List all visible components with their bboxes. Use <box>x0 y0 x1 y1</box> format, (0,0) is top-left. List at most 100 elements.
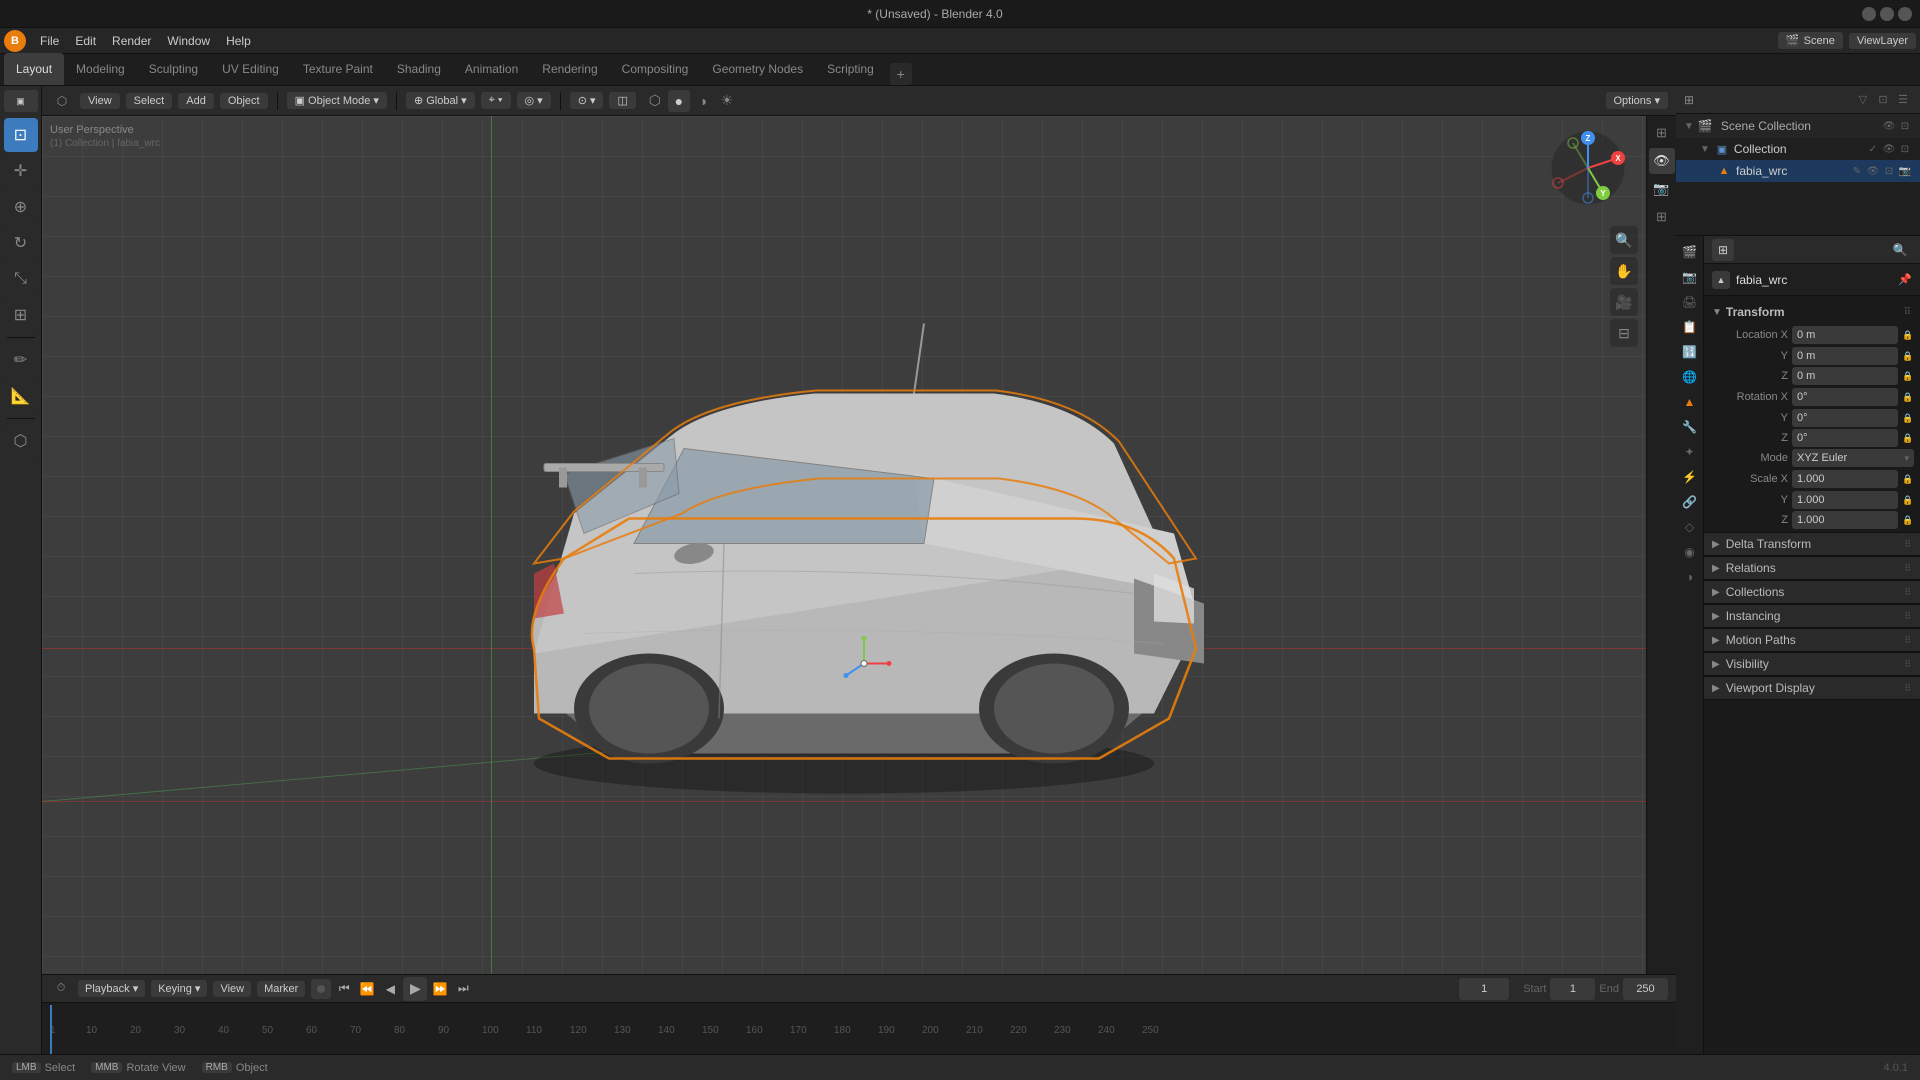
mode-selector[interactable]: ▣ <box>4 90 38 112</box>
rotation-y-lock[interactable]: 🔒 <box>1902 412 1914 424</box>
outliner-collection-item[interactable]: ▼ ▣ Collection ✓ 👁 ⊡ <box>1676 138 1920 160</box>
prop-modifier-icon[interactable]: 🔧 <box>1678 415 1702 439</box>
scale-z-lock[interactable]: 🔒 <box>1902 514 1914 526</box>
collections-header[interactable]: ▶ Collections ⠿ <box>1704 580 1920 604</box>
step-back-button[interactable]: ⏪ <box>357 979 377 999</box>
props-editor-type[interactable]: ⊞ <box>1712 239 1734 261</box>
move-tool-button[interactable]: ⊕ <box>4 190 38 224</box>
xray-button[interactable]: ◫ <box>609 92 635 109</box>
add-primitive-button[interactable]: ⬡ <box>4 424 38 458</box>
vr-icon-grid[interactable]: ⊞ <box>1649 204 1675 230</box>
tab-rendering[interactable]: Rendering <box>530 53 609 85</box>
prop-scenedata-icon[interactable]: 🔢 <box>1678 340 1702 364</box>
view-menu-button[interactable]: View <box>80 93 120 109</box>
play-back-button[interactable]: ◀ <box>380 979 400 999</box>
prop-output-icon[interactable]: 🖨 <box>1678 290 1702 314</box>
props-search-icon[interactable]: 🔍 <box>1888 238 1912 262</box>
prop-physics-icon[interactable]: ⚡ <box>1678 465 1702 489</box>
fly-icon[interactable]: ✋ <box>1610 257 1638 285</box>
menu-render[interactable]: Render <box>104 32 159 50</box>
minimize-button[interactable]: – <box>1862 7 1876 21</box>
timeline-playhead[interactable] <box>50 1005 52 1054</box>
object-menu-button[interactable]: Object <box>220 93 268 109</box>
transform-header[interactable]: ▼ Transform ⠿ <box>1704 300 1920 324</box>
step-forward-button[interactable]: ⏩ <box>430 979 450 999</box>
tab-modeling[interactable]: Modeling <box>64 53 137 85</box>
location-y-lock[interactable]: 🔒 <box>1902 350 1914 362</box>
view-button[interactable]: View <box>213 981 251 997</box>
location-x-value[interactable]: 0 m <box>1792 326 1898 344</box>
scale-x-lock[interactable]: 🔒 <box>1902 473 1914 485</box>
proportional-edit-button[interactable]: ◎ ▾ <box>517 92 551 109</box>
marker-button[interactable]: Marker <box>257 981 305 997</box>
prop-constraints-icon[interactable]: 🔗 <box>1678 490 1702 514</box>
start-frame-field[interactable]: 1 <box>1550 978 1595 1000</box>
motion-paths-options[interactable]: ⠿ <box>1904 635 1912 646</box>
viewport-display-options[interactable]: ⠿ <box>1904 683 1912 694</box>
object-pin-icon[interactable]: 📌 <box>1898 273 1912 286</box>
tab-sculpting[interactable]: Sculpting <box>137 53 210 85</box>
timeline-editor-type[interactable]: ⏱ <box>50 978 72 1000</box>
visibility-icon[interactable]: 👁 <box>1882 119 1896 133</box>
obj-edit-icon[interactable]: ✎ <box>1850 164 1864 178</box>
rotate-tool-button[interactable]: ↻ <box>4 226 38 260</box>
obj-eye-icon[interactable]: 👁 <box>1866 164 1880 178</box>
scene-selector[interactable]: 🎬 Scene <box>1778 32 1843 49</box>
vr-icon-view[interactable]: 👁 <box>1649 148 1675 174</box>
editor-type-button[interactable]: ⬡ <box>50 89 74 113</box>
coll-select[interactable]: ⊡ <box>1898 142 1912 156</box>
prop-material-icon[interactable]: ◉ <box>1678 540 1702 564</box>
vr-icon-toolbar[interactable]: ⊞ <box>1649 120 1675 146</box>
prop-particles-icon[interactable]: ✦ <box>1678 440 1702 464</box>
viewport-3d[interactable]: User Perspective (1) Collection | fabia_… <box>42 116 1646 974</box>
transform-global-button[interactable]: ⊕ Global ▾ <box>406 92 475 109</box>
coll-visibility[interactable]: ✓ <box>1866 142 1880 156</box>
rotation-y-value[interactable]: 0° <box>1792 409 1898 427</box>
annotate-tool-button[interactable]: ✏ <box>4 343 38 377</box>
vr-icon-camera[interactable]: 📷 <box>1649 176 1675 202</box>
outliner-editor-icon[interactable]: ⊞ <box>1684 93 1694 107</box>
tab-geometry-nodes[interactable]: Geometry Nodes <box>700 53 815 85</box>
visibility-options[interactable]: ⠿ <box>1904 659 1912 670</box>
measure-tool-button[interactable]: 📐 <box>4 379 38 413</box>
scale-z-value[interactable]: 1.000 <box>1792 511 1898 529</box>
prop-viewlayer-icon[interactable]: 📋 <box>1678 315 1702 339</box>
transform-tool-button[interactable]: ⊞ <box>4 298 38 332</box>
instancing-options[interactable]: ⠿ <box>1904 611 1912 622</box>
rotation-z-value[interactable]: 0° <box>1792 429 1898 447</box>
maximize-button[interactable]: □ <box>1880 7 1894 21</box>
filter-icon-2[interactable]: ⊡ <box>1874 91 1892 109</box>
overlay-button[interactable]: ⊙ ▾ <box>570 92 604 109</box>
collections-options[interactable]: ⠿ <box>1904 587 1912 598</box>
tab-compositing[interactable]: Compositing <box>610 53 701 85</box>
close-button[interactable]: ✕ <box>1898 7 1912 21</box>
prop-object-icon[interactable]: ▲ <box>1678 390 1702 414</box>
cursor-tool-button[interactable]: ✛ <box>4 154 38 188</box>
obj-render-icon[interactable]: 📷 <box>1898 164 1912 178</box>
keying-button[interactable]: Keying ▾ <box>151 980 207 997</box>
tab-uv-editing[interactable]: UV Editing <box>210 53 291 85</box>
rotation-mode-dropdown[interactable]: XYZ Euler ▾ <box>1792 449 1914 467</box>
relations-options[interactable]: ⠿ <box>1904 563 1912 574</box>
add-workspace-button[interactable]: + <box>890 63 912 85</box>
outliner-fabia-item[interactable]: ▲ fabia_wrc ✎ 👁 ⊡ 📷 <box>1676 160 1920 182</box>
rotation-z-lock[interactable]: 🔒 <box>1902 432 1914 444</box>
shading-wireframe[interactable]: ⬡ <box>644 90 666 112</box>
tab-scripting[interactable]: Scripting <box>815 53 886 85</box>
prop-shading-icon[interactable]: ◑ <box>1678 565 1702 589</box>
location-z-value[interactable]: 0 m <box>1792 367 1898 385</box>
scale-tool-button[interactable]: ⤡ <box>4 262 38 296</box>
end-frame-field[interactable]: 250 <box>1623 978 1668 1000</box>
scale-x-value[interactable]: 1.000 <box>1792 470 1898 488</box>
prop-render-icon[interactable]: 📷 <box>1678 265 1702 289</box>
playback-button[interactable]: Playback ▾ <box>78 980 145 997</box>
filter-icon-3[interactable]: ☰ <box>1894 91 1912 109</box>
visibility-header[interactable]: ▶ Visibility ⠿ <box>1704 652 1920 676</box>
tab-layout[interactable]: Layout <box>4 53 64 85</box>
shading-rendered[interactable]: ☀ <box>716 90 738 112</box>
scene-collection-row[interactable]: ▼ 🎬 Scene Collection 👁 ⊡ <box>1676 114 1920 138</box>
motion-paths-header[interactable]: ▶ Motion Paths ⠿ <box>1704 628 1920 652</box>
rotation-x-value[interactable]: 0° <box>1792 388 1898 406</box>
tab-shading[interactable]: Shading <box>385 53 453 85</box>
location-y-value[interactable]: 0 m <box>1792 347 1898 365</box>
